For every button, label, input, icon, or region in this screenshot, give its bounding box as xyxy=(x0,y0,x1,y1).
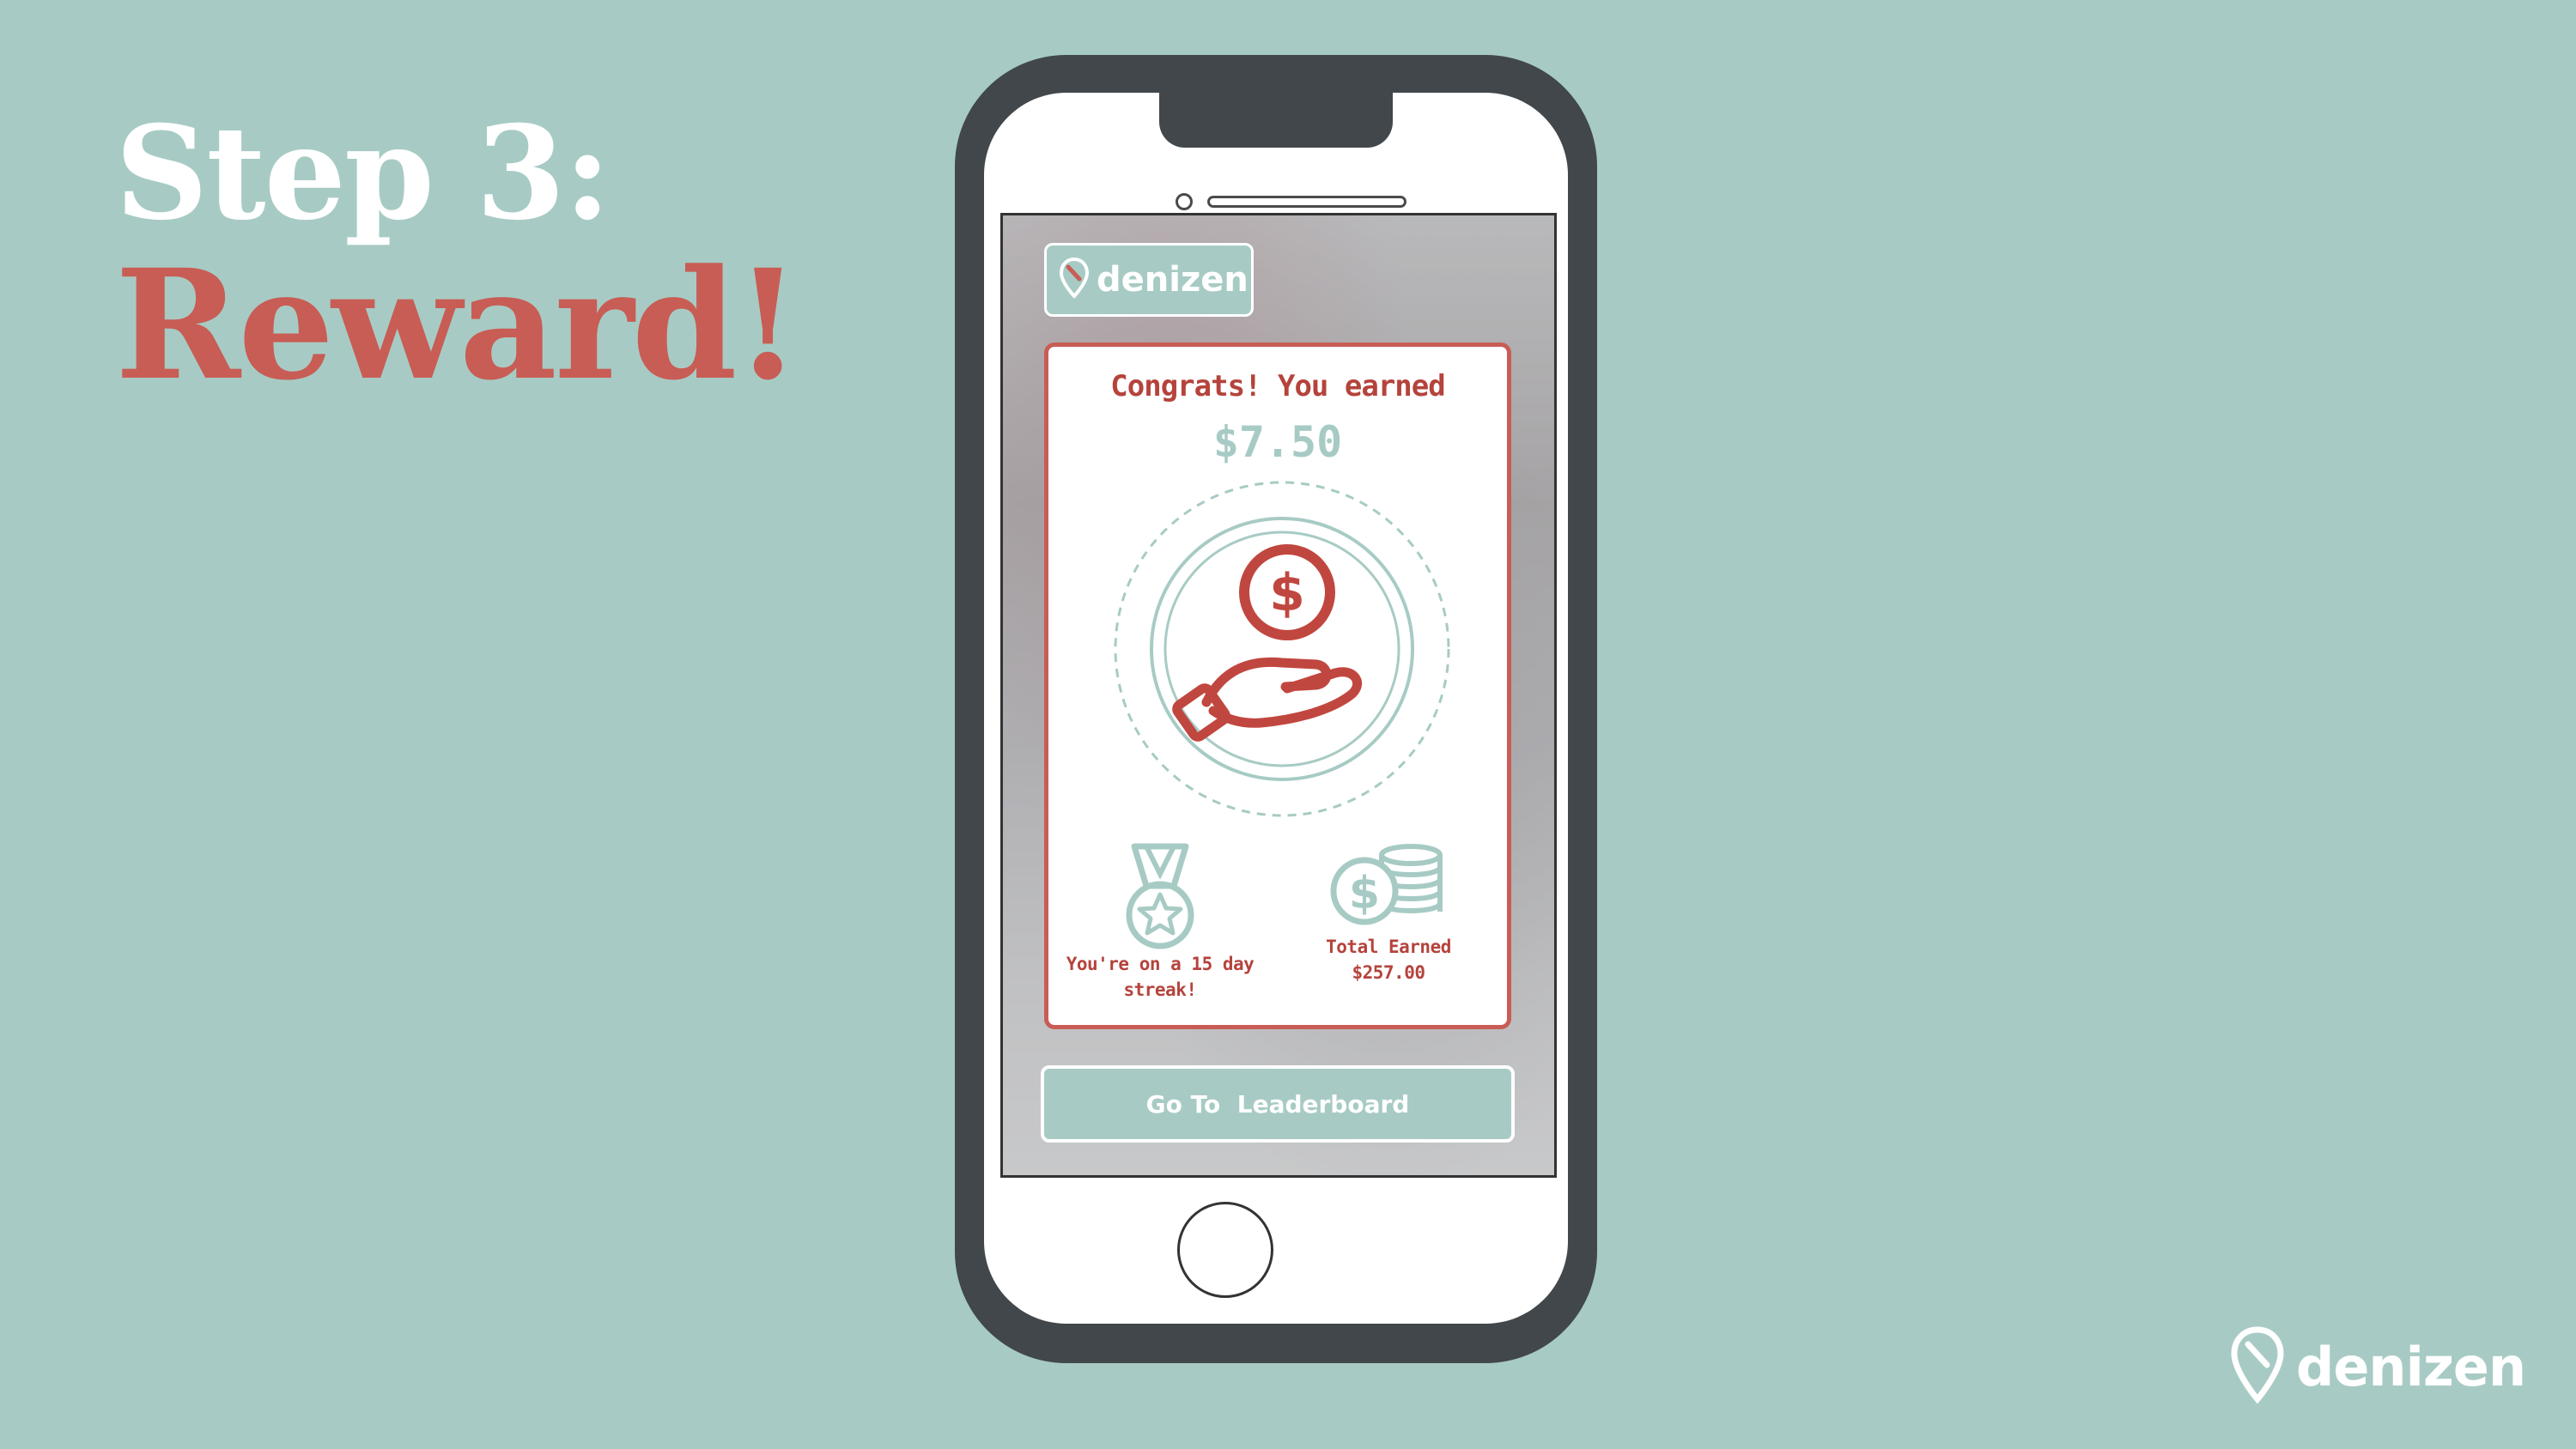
total-earned-label: Total Earned xyxy=(1326,937,1451,957)
footer-logo: denizen xyxy=(2229,1325,2526,1408)
total-earned-stat: $ Total Earned $257.00 xyxy=(1294,840,1483,985)
step-label: Step 3: xyxy=(115,98,611,249)
svg-text:$: $ xyxy=(1269,563,1305,623)
camera-icon xyxy=(1176,193,1193,210)
location-pin-icon xyxy=(1059,257,1090,303)
phone-mockup: denizen Congrats! You earned $7.50 $ You… xyxy=(955,55,1597,1363)
reward-amount: $7.50 xyxy=(1212,417,1343,467)
step-name: Reward! xyxy=(115,236,801,414)
footer-brand-name: denizen xyxy=(2296,1335,2526,1398)
phone-notch xyxy=(1159,93,1393,148)
go-to-leaderboard-button[interactable]: Go To Leaderboard xyxy=(1041,1065,1515,1143)
slide-title: Step 3: Reward! xyxy=(115,98,801,414)
coin-stack-icon: $ xyxy=(1330,844,1443,925)
total-earned-value: $257.00 xyxy=(1352,962,1425,983)
medal-star-icon xyxy=(1126,843,1194,949)
reward-heading: Congrats! You earned xyxy=(1110,369,1445,403)
home-button[interactable] xyxy=(1177,1202,1273,1298)
speaker-grille xyxy=(1207,196,1406,208)
app-brand-name: denizen xyxy=(1097,260,1249,300)
streak-stat: You're on a 15 day streak! xyxy=(1066,840,1255,1003)
hand-coin-icon: $ xyxy=(1172,544,1363,742)
streak-text: You're on a 15 day streak! xyxy=(1066,954,1255,1000)
app-brand-chip: denizen xyxy=(1044,243,1254,317)
reward-graphic: $ xyxy=(1110,477,1454,824)
location-pin-icon xyxy=(2229,1325,2286,1408)
app-screen: denizen Congrats! You earned $7.50 $ You… xyxy=(1000,213,1557,1178)
reward-card: Congrats! You earned $7.50 $ You're on a… xyxy=(1044,343,1511,1029)
svg-text:$: $ xyxy=(1349,868,1380,919)
